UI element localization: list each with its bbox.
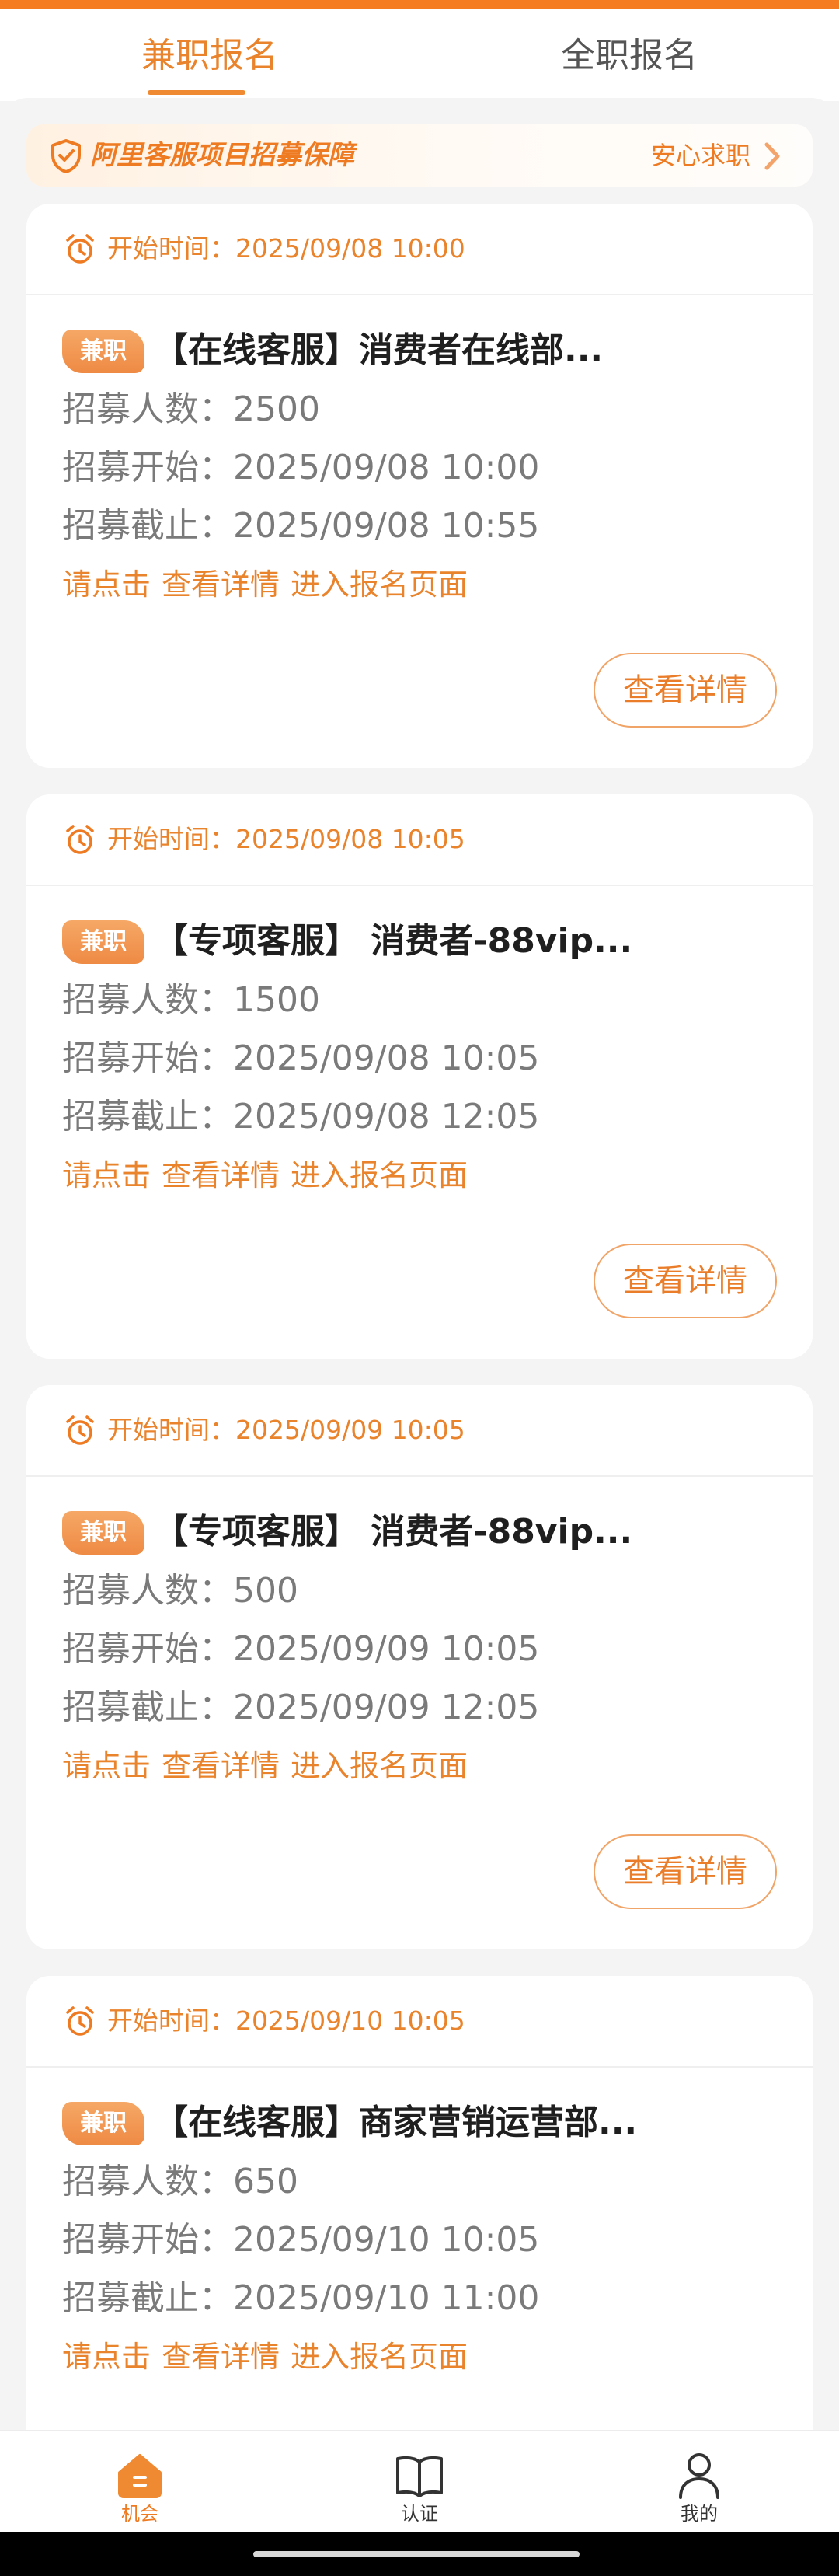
- start-time: 开始时间：2025/09/10 10:05: [107, 2005, 465, 2036]
- recruit-start: 招募开始：2025/09/10 10:05: [62, 2220, 540, 2260]
- signup-hint: 请点击 查看详情 进入报名页面: [62, 1749, 468, 1783]
- banner-link[interactable]: 安心求职: [651, 135, 750, 176]
- nav-label: 我的: [681, 2503, 718, 2525]
- recruit-start: 招募开始：2025/09/08 10:00: [62, 448, 540, 487]
- job-title[interactable]: 【在线客服】商家营销运营部...: [154, 2096, 637, 2150]
- recruit-count: 招募人数：2500: [62, 389, 320, 429]
- nav-label: 机会: [121, 2503, 158, 2525]
- signup-hint: 请点击 查看详情 进入报名页面: [62, 1158, 468, 1192]
- recruit-deadline: 招募截止：2025/09/10 11:00: [62, 2278, 540, 2318]
- recruit-start: 招募开始：2025/09/09 10:05: [62, 1629, 540, 1669]
- bottom-navigation: 机会 认证 我的: [0, 2430, 839, 2532]
- nav-certification[interactable]: 认证: [334, 2431, 505, 2533]
- recruit-count: 招募人数：1500: [62, 980, 320, 1020]
- system-gesture-bar: [0, 2532, 839, 2576]
- banner-title: 阿里客服项目招募保障: [90, 140, 354, 171]
- signup-hint: 请点击 查看详情 进入报名页面: [62, 2340, 468, 2374]
- start-time: 开始时间：2025/09/08 10:00: [107, 233, 465, 264]
- job-type-badge: 兼职: [62, 920, 144, 964]
- book-icon: [396, 2456, 443, 2497]
- job-title[interactable]: 【专项客服】 消费者-88vip...: [154, 914, 632, 969]
- active-tab-indicator: [148, 90, 245, 95]
- home-icon: [118, 2454, 162, 2498]
- top-accent-bar: [0, 0, 839, 9]
- recruit-count: 招募人数：500: [62, 1571, 298, 1611]
- card-header: 开始时间：2025/09/08 10:00: [26, 204, 813, 295]
- recruit-deadline: 招募截止：2025/09/08 10:55: [62, 506, 540, 546]
- chevron-right-icon: [764, 142, 780, 170]
- job-type-badge: 兼职: [62, 1511, 144, 1555]
- job-title[interactable]: 【专项客服】 消费者-88vip...: [154, 1505, 632, 1559]
- job-title[interactable]: 【在线客服】消费者在线部...: [154, 323, 603, 378]
- card-header: 开始时间：2025/09/08 10:05: [26, 794, 813, 886]
- start-time: 开始时间：2025/09/09 10:05: [107, 1415, 465, 1445]
- recruit-deadline: 招募截止：2025/09/08 12:05: [62, 1097, 540, 1136]
- signup-hint: 请点击 查看详情 进入报名页面: [62, 567, 468, 602]
- recruit-start: 招募开始：2025/09/08 10:05: [62, 1038, 540, 1078]
- tab-full-time[interactable]: 全职报名: [505, 31, 754, 81]
- card-header: 开始时间：2025/09/09 10:05: [26, 1385, 813, 1477]
- view-details-button[interactable]: 查看详情: [594, 1244, 777, 1318]
- alarm-clock-icon: [66, 234, 94, 264]
- nav-profile[interactable]: 我的: [614, 2431, 785, 2533]
- tab-part-time[interactable]: 兼职报名: [85, 31, 334, 81]
- card-header: 开始时间：2025/09/10 10:05: [26, 1976, 813, 2068]
- tab-bar: 兼职报名 全职报名: [0, 9, 839, 101]
- view-details-button[interactable]: 查看详情: [594, 653, 777, 728]
- home-indicator[interactable]: [253, 2551, 580, 2557]
- job-type-badge: 兼职: [62, 330, 144, 373]
- view-details-button[interactable]: 查看详情: [594, 1834, 777, 1909]
- shield-check-icon: [51, 139, 81, 173]
- job-card: 开始时间：2025/09/08 10:05 兼职 【专项客服】 消费者-88vi…: [26, 794, 813, 1359]
- nav-label: 认证: [401, 2503, 438, 2525]
- start-time: 开始时间：2025/09/08 10:05: [107, 824, 465, 854]
- person-icon: [679, 2453, 719, 2499]
- alarm-clock-icon: [66, 1415, 94, 1445]
- job-card: 开始时间：2025/09/09 10:05 兼职 【专项客服】 消费者-88vi…: [26, 1385, 813, 1949]
- job-card: 开始时间：2025/09/08 10:00 兼职 【在线客服】消费者在线部...…: [26, 204, 813, 768]
- alarm-clock-icon: [66, 2006, 94, 2036]
- guarantee-banner[interactable]: 阿里客服项目招募保障 安心求职: [26, 124, 813, 187]
- nav-opportunities[interactable]: 机会: [54, 2431, 225, 2533]
- recruit-deadline: 招募截止：2025/09/09 12:05: [62, 1688, 540, 1727]
- alarm-clock-icon: [66, 825, 94, 854]
- recruit-count: 招募人数：650: [62, 2162, 298, 2201]
- job-type-badge: 兼职: [62, 2102, 144, 2145]
